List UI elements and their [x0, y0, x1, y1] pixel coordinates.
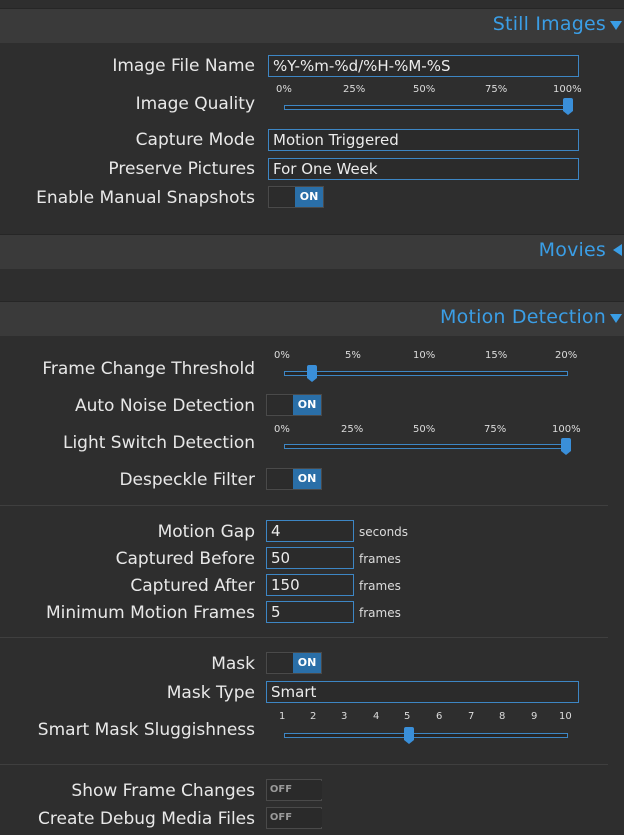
- slider-track[interactable]: [284, 733, 568, 738]
- tick-label: 3: [341, 711, 348, 722]
- movies-header[interactable]: Movies: [0, 234, 624, 269]
- tick-label: 0%: [274, 350, 290, 361]
- image-file-name-label: Image File Name: [112, 56, 255, 76]
- chevron-down-icon: [610, 21, 622, 30]
- captured-after-input[interactable]: 150: [266, 574, 354, 596]
- tick-label: 2: [310, 711, 317, 722]
- captured-before-unit: frames: [359, 552, 401, 566]
- motion-detection-title: Motion Detection: [440, 306, 606, 328]
- slider-thumb[interactable]: [404, 727, 415, 744]
- preserve-pictures-label: Preserve Pictures: [108, 159, 255, 179]
- minimum-motion-frames-unit: frames: [359, 606, 401, 620]
- toggle-state: OFF: [269, 784, 293, 795]
- section-divider: [0, 764, 608, 765]
- slider-track[interactable]: [284, 105, 570, 110]
- tick-label: 20%: [555, 350, 578, 361]
- tick-label: 50%: [413, 424, 436, 435]
- preserve-pictures-select[interactable]: For One Week: [268, 158, 579, 180]
- slider-thumb[interactable]: [307, 365, 318, 382]
- tick-label: 25%: [341, 424, 364, 435]
- minimum-motion-frames-label: Minimum Motion Frames: [45, 603, 255, 623]
- mask-label: Mask: [211, 654, 255, 674]
- motion-gap-input[interactable]: 4: [266, 520, 354, 542]
- tick-label: 7: [468, 711, 475, 722]
- despeckle-filter-label: Despeckle Filter: [119, 470, 255, 490]
- image-file-name-input[interactable]: %Y-%m-%d/%H-%M-%S: [268, 55, 579, 77]
- auto-noise-detection-label: Auto Noise Detection: [74, 396, 255, 416]
- image-quality-label: Image Quality: [135, 94, 255, 114]
- captured-before-label: Captured Before: [115, 549, 255, 569]
- tick-label: 50%: [413, 84, 436, 95]
- toggle-state: OFF: [269, 812, 293, 823]
- tick-label: 0%: [276, 84, 292, 95]
- captured-after-label: Captured After: [130, 576, 255, 596]
- manual-snapshots-label: Enable Manual Snapshots: [36, 188, 255, 208]
- capture-mode-label: Capture Mode: [135, 130, 255, 150]
- tick-label: 25%: [343, 84, 366, 95]
- manual-snapshots-toggle[interactable]: ON: [268, 186, 324, 208]
- toggle-knob: [296, 781, 322, 799]
- tick-label: 100%: [552, 424, 581, 435]
- section-divider: [0, 505, 608, 506]
- slider-track[interactable]: [284, 444, 568, 449]
- tick-label: 15%: [485, 350, 508, 361]
- create-debug-media-toggle[interactable]: OFF: [266, 807, 322, 829]
- still-images-header[interactable]: Still Images: [0, 8, 624, 43]
- smart-mask-sluggishness-label: Smart Mask Sluggishness: [37, 720, 255, 740]
- tick-label: 1: [279, 711, 286, 722]
- tick-label: 5%: [345, 350, 361, 361]
- tick-label: 0%: [274, 424, 290, 435]
- section-divider: [0, 637, 608, 638]
- toggle-state: ON: [293, 395, 321, 415]
- show-frame-changes-label: Show Frame Changes: [71, 781, 255, 801]
- tick-label: 6: [436, 711, 443, 722]
- motion-detection-header[interactable]: Motion Detection: [0, 301, 624, 336]
- tick-label: 4: [373, 711, 380, 722]
- captured-before-input[interactable]: 50: [266, 547, 354, 569]
- slider-thumb[interactable]: [563, 98, 573, 115]
- mask-type-label: Mask Type: [166, 683, 255, 703]
- frame-change-threshold-label: Frame Change Threshold: [42, 359, 255, 379]
- toggle-state: ON: [293, 653, 321, 673]
- auto-noise-detection-toggle[interactable]: ON: [266, 394, 322, 416]
- create-debug-media-label: Create Debug Media Files: [38, 809, 255, 829]
- toggle-state: ON: [293, 469, 321, 489]
- toggle-knob: [268, 396, 294, 414]
- tick-label: 75%: [484, 424, 507, 435]
- movies-title: Movies: [538, 239, 606, 261]
- captured-after-unit: frames: [359, 579, 401, 593]
- slider-thumb[interactable]: [561, 438, 571, 455]
- minimum-motion-frames-input[interactable]: 5: [266, 601, 354, 623]
- chevron-left-icon: [613, 244, 622, 256]
- capture-mode-select[interactable]: Motion Triggered: [268, 129, 579, 151]
- tick-label: 8: [499, 711, 506, 722]
- motion-gap-label: Motion Gap: [157, 522, 255, 542]
- tick-label: 10%: [413, 350, 436, 361]
- toggle-state: ON: [295, 187, 323, 207]
- toggle-knob: [270, 188, 296, 206]
- light-switch-detection-label: Light Switch Detection: [62, 433, 255, 453]
- slider-track[interactable]: [284, 371, 568, 376]
- tick-label: 9: [531, 711, 538, 722]
- toggle-knob: [296, 809, 322, 827]
- tick-label: 10: [559, 711, 572, 722]
- despeckle-filter-toggle[interactable]: ON: [266, 468, 322, 490]
- mask-type-select[interactable]: Smart: [266, 681, 579, 703]
- still-images-title: Still Images: [492, 13, 606, 35]
- tick-label: 5: [404, 711, 411, 722]
- motion-gap-unit: seconds: [359, 525, 409, 539]
- mask-toggle[interactable]: ON: [266, 652, 322, 674]
- tick-label: 100%: [553, 84, 582, 95]
- toggle-knob: [268, 654, 294, 672]
- show-frame-changes-toggle[interactable]: OFF: [266, 779, 322, 801]
- toggle-knob: [268, 470, 294, 488]
- tick-label: 75%: [485, 84, 508, 95]
- chevron-down-icon: [610, 314, 622, 323]
